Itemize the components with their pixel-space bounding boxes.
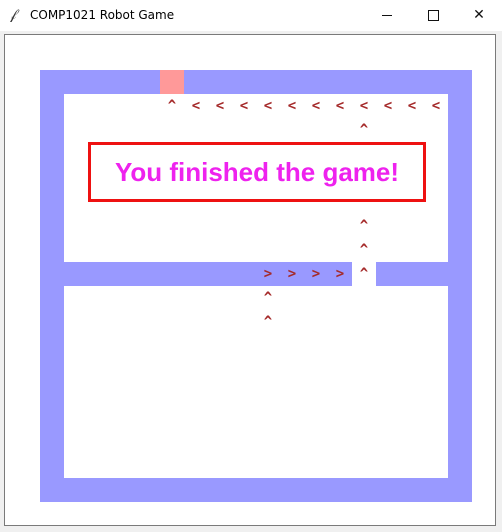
- path-arrow-left: <: [383, 98, 393, 114]
- start-cell: [160, 70, 184, 94]
- game-canvas: ^<<<<<<<<<<<^^^^^^^>>>>^^ You finished t…: [0, 0, 502, 532]
- path-arrow-up: ^: [167, 98, 177, 114]
- path-arrow-left: <: [239, 98, 249, 114]
- path-arrow-left: <: [407, 98, 417, 114]
- path-arrow-up: ^: [359, 122, 369, 138]
- path-arrow-up: ^: [359, 266, 369, 282]
- path-arrow-left: <: [263, 98, 273, 114]
- path-arrow-left: <: [215, 98, 225, 114]
- finish-message: You finished the game!: [88, 142, 426, 202]
- path-arrow-left: <: [287, 98, 297, 114]
- path-arrow-up: ^: [263, 290, 273, 306]
- path-arrow-left: <: [311, 98, 321, 114]
- wall-middle-right: [376, 262, 448, 286]
- path-arrow-right: >: [263, 266, 273, 282]
- path-arrow-left: <: [335, 98, 345, 114]
- wall-right: [448, 70, 472, 502]
- path-arrow-up: ^: [359, 218, 369, 234]
- path-arrow-right: >: [287, 266, 297, 282]
- wall-left: [40, 70, 64, 502]
- path-arrow-right: >: [311, 266, 321, 282]
- path-arrow-left: <: [191, 98, 201, 114]
- path-arrow-left: <: [359, 98, 369, 114]
- path-arrow-right: >: [335, 266, 345, 282]
- path-arrow-left: <: [431, 98, 441, 114]
- wall-top: [40, 70, 472, 94]
- wall-bottom: [40, 478, 472, 502]
- path-arrow-up: ^: [359, 242, 369, 258]
- path-arrow-up: ^: [263, 314, 273, 330]
